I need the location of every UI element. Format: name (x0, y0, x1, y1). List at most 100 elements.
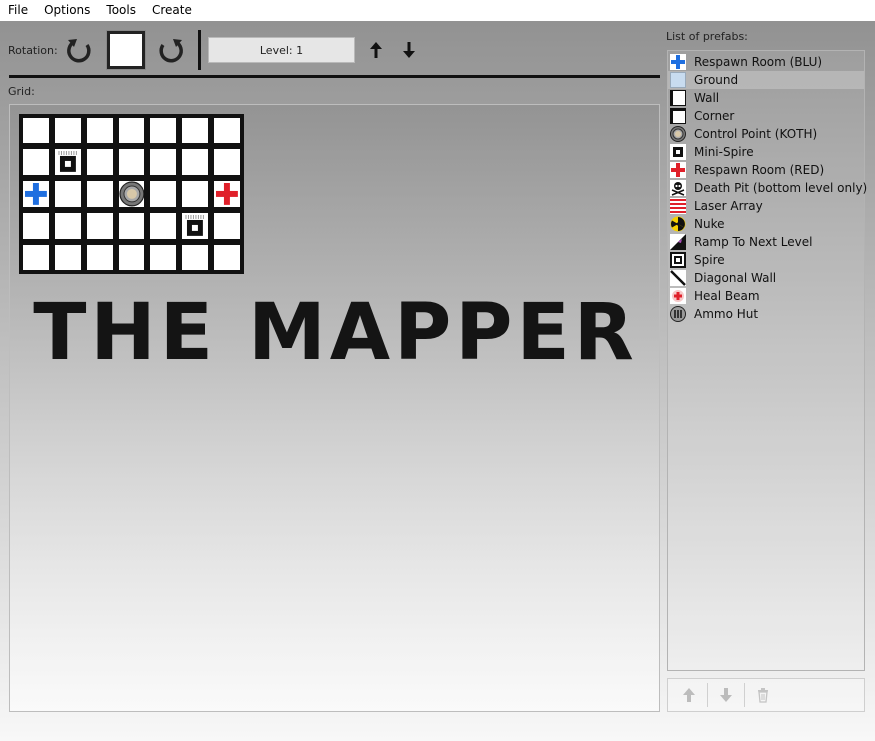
grid-cell-ground[interactable] (214, 244, 240, 270)
grid-cell-ground[interactable] (118, 212, 145, 239)
prefab-item[interactable]: Ammo Hut (668, 305, 864, 323)
grid-cell-ground[interactable] (54, 212, 81, 239)
prefab-item-label: Control Point (KOTH) (694, 127, 818, 141)
grid-panel[interactable]: THE MAPPER (9, 104, 660, 712)
arrow-up-icon (683, 688, 695, 702)
menu-bar: File Options Tools Create (0, 0, 875, 21)
grid-cell-ground[interactable] (23, 118, 49, 144)
rotate-left-button[interactable] (64, 35, 94, 65)
level-down-button[interactable] (399, 39, 419, 61)
delete-button[interactable] (748, 683, 778, 707)
grid-cell-ground[interactable] (150, 149, 177, 176)
prefab-item[interactable]: Death Pit (bottom level only) (668, 179, 867, 197)
grid-cell-ground[interactable] (150, 118, 177, 144)
prefab-item-label: Wall (694, 91, 720, 105)
level-indicator: Level: 1 (208, 37, 355, 63)
grid-cell-ground[interactable] (214, 118, 240, 144)
skull-icon (670, 180, 686, 196)
prefab-item-label: Ammo Hut (694, 307, 759, 321)
radiation-icon (670, 216, 686, 232)
grid-cell-ground[interactable] (182, 181, 209, 207)
respawn-blu-icon (670, 54, 686, 70)
prefab-item[interactable]: Diagonal Wall (668, 269, 864, 287)
grid-cell-ground[interactable] (150, 212, 177, 239)
prefab-item-label: Nuke (694, 217, 725, 231)
grid-cell-ground[interactable] (86, 149, 113, 176)
trash-icon (758, 688, 768, 703)
grid-label: Grid: (8, 85, 35, 98)
toolbar-separator (198, 30, 201, 70)
diagonal-wall-icon (670, 270, 686, 286)
prefab-item[interactable]: Heal Beam (668, 287, 864, 305)
move-down-button[interactable] (711, 683, 741, 707)
grid-cell-ground[interactable] (118, 244, 145, 270)
prefab-item-label: Mini-Spire (694, 145, 754, 159)
grid-cell-ground[interactable] (150, 244, 177, 270)
grid-cell-ground[interactable] (23, 244, 49, 270)
prefab-item[interactable]: Mini-Spire (668, 143, 864, 161)
grid-cell-ground[interactable] (214, 212, 240, 239)
respawn-red-icon (670, 162, 686, 178)
grid-cell-ground[interactable] (54, 181, 81, 207)
grid-cell-control-point[interactable] (118, 181, 145, 207)
grid-cell-ground[interactable] (182, 149, 209, 176)
prefab-item[interactable]: Ground (668, 71, 864, 89)
grid-cell-ground[interactable] (23, 149, 49, 176)
arrow-up-icon (370, 42, 382, 58)
grid-cell-ground[interactable] (118, 149, 145, 176)
grid-cell-ground[interactable] (182, 244, 209, 270)
menu-file[interactable]: File (0, 0, 36, 21)
heal-beam-icon (670, 288, 686, 304)
prefab-item-label: Ramp To Next Level (694, 235, 813, 249)
prefab-item[interactable]: Corner (668, 107, 864, 125)
grid-cell-mini-spire[interactable] (54, 149, 81, 176)
ammo-hut-icon (670, 306, 686, 322)
ground-icon (670, 72, 686, 88)
grid-cell-ground[interactable] (86, 244, 113, 270)
level-up-button[interactable] (366, 39, 386, 61)
prefab-item[interactable]: Wall (668, 89, 864, 107)
grid-cell-respawn-blu[interactable] (23, 181, 49, 207)
mapper-title: THE MAPPER (33, 288, 638, 378)
prefab-item[interactable]: Control Point (KOTH) (668, 125, 864, 143)
prefab-item[interactable]: Respawn Room (RED) (668, 161, 864, 179)
menu-create[interactable]: Create (144, 0, 200, 21)
prefab-item[interactable]: Nuke (668, 215, 864, 233)
grid-cell-ground[interactable] (54, 118, 81, 144)
controls-separator (707, 683, 708, 707)
map-grid[interactable] (19, 114, 244, 274)
rotate-right-button[interactable] (156, 35, 186, 65)
grid-cell-respawn-red[interactable] (214, 181, 240, 207)
rotation-label: Rotation: (8, 44, 58, 57)
move-up-button[interactable] (674, 683, 704, 707)
rotate-right-icon (159, 39, 183, 63)
laser-array-icon (670, 198, 686, 214)
grid-cell-ground[interactable] (86, 212, 113, 239)
toolbar-divider (9, 75, 660, 78)
prefab-item-label: Spire (694, 253, 725, 267)
grid-cell-mini-spire[interactable] (182, 212, 209, 239)
prefab-item-label: Laser Array (694, 199, 763, 213)
prefab-item-label: Corner (694, 109, 735, 123)
menu-tools[interactable]: Tools (98, 0, 144, 21)
prefab-item[interactable]: Ramp To Next Level (668, 233, 864, 251)
prefab-item-label: Respawn Room (BLU) (694, 55, 823, 69)
prefab-list[interactable]: Respawn Room (BLU) Ground Wall Corner Contro… (667, 50, 867, 671)
grid-cell-ground[interactable] (214, 149, 240, 176)
prefab-list-label: List of prefabs: (666, 30, 748, 43)
prefab-item[interactable]: Laser Array (668, 197, 864, 215)
grid-cell-ground[interactable] (86, 181, 113, 207)
grid-cell-ground[interactable] (150, 181, 177, 207)
prefab-item[interactable]: Spire (668, 251, 864, 269)
ramp-icon (670, 234, 686, 250)
grid-cell-ground[interactable] (118, 118, 145, 144)
control-point-icon (670, 126, 686, 142)
spire-icon (670, 252, 686, 268)
grid-cell-ground[interactable] (182, 118, 209, 144)
grid-cell-ground[interactable] (23, 212, 49, 239)
grid-cell-ground[interactable] (54, 244, 81, 270)
grid-cell-ground[interactable] (86, 118, 113, 144)
menu-options[interactable]: Options (36, 0, 98, 21)
prefab-item[interactable]: Respawn Room (BLU) (668, 53, 864, 71)
prefab-item-label: Diagonal Wall (694, 271, 777, 285)
